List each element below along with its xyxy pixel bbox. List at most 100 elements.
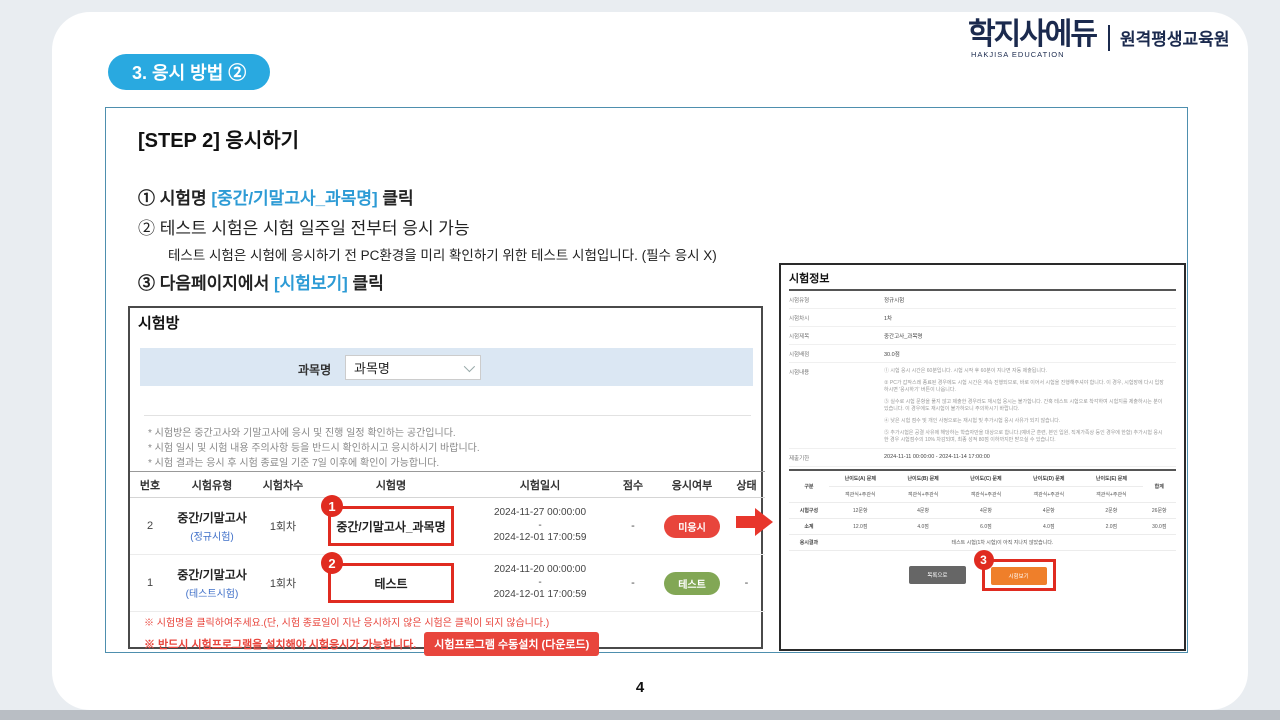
info-label: 제출기한: [789, 454, 884, 462]
note-line: * 시험 일시 및 시험 내용 주의사항 등을 반드시 확인하시고 응시하시기 …: [148, 441, 747, 456]
brand-text: 학지사에듀: [968, 20, 1096, 50]
grid-sub-header: 객관식+주관식: [1017, 487, 1080, 503]
info-value: 정규시험: [884, 296, 904, 304]
logo: 학지사에듀 HAKJISA EDUCATION 원격평생교육원: [968, 20, 1229, 59]
section-badge: 3. 응시 방법 ②: [108, 54, 270, 90]
exam-dates-cell: 2024-11-27 00:00:00 - 2024-12-01 17:00:5…: [470, 507, 610, 545]
grid-level-header: 난이도(C) 문제: [955, 470, 1018, 487]
note-line: * 시험방은 중간고사와 기말고사에 응시 및 진행 일정 확인하는 공간입니다…: [148, 426, 747, 441]
chevron-down-icon: [464, 360, 475, 371]
view-exam-button[interactable]: 시험보기: [991, 567, 1047, 585]
content-paragraph: ⑤ 추가시험은 공결 사유에 해당하는 학습자만을 대상으로 합니다.(예비군 …: [884, 430, 1164, 444]
instructions: ① 시험명 [중간/기말고사_과목명] 클릭 ② 테스트 시험은 시험 일주일 …: [138, 184, 717, 299]
difficulty-grid: 구분 난이도(A) 문제 난이도(B) 문제 난이도(C) 문제 난이도(D) …: [789, 469, 1176, 551]
instruction-1-link: [중간/기말고사_과목명]: [211, 189, 377, 208]
view-exam-highlight-box: 3 시험보기: [982, 559, 1056, 591]
info-value: 중간고사_과목명: [884, 332, 922, 340]
col-header: 시험일시: [470, 477, 610, 493]
step-title: [STEP 2] 응시하기: [138, 124, 299, 153]
exam-state: -: [728, 577, 765, 589]
page-number: 4: [0, 679, 1280, 696]
exam-table-header: 번호 시험유형 시험차수 시험명 시험일시 점수 응시여부 상태: [130, 471, 765, 498]
grid-cell: 2문항: [1080, 503, 1142, 519]
callout-badge-1: 1: [321, 495, 343, 517]
exam-type-cell: 중간/기말고사 (테스트시험): [170, 566, 254, 600]
instruction-1-pre: ① 시험명: [138, 189, 211, 208]
info-row-content: 시험내용 ① 시험 응시 시간은 60분입니다. 시험 시작 후 60분이 지나…: [789, 363, 1176, 449]
grid-level-header: 난이도(D) 문제: [1017, 470, 1080, 487]
footer-note-1: ※ 시험명을 클릭하여주세요.(단, 시험 종료일이 지난 응시하지 않은 시험…: [144, 614, 754, 629]
grid-cell: 4.0점: [1017, 519, 1080, 535]
info-label: 시험유형: [789, 296, 884, 304]
exam-name-link[interactable]: 2 테스트: [328, 563, 454, 603]
col-header: 응시여부: [656, 477, 728, 493]
install-program-button[interactable]: 시험프로그램 수동설치 (다운로드): [424, 632, 599, 656]
exam-type-cell: 중간/기말고사 (정규시험): [170, 509, 254, 543]
bottom-strip: [0, 710, 1280, 720]
grid-sub-header: 객관식+주관식: [1080, 487, 1142, 503]
info-row: 시험차시 1차: [789, 309, 1176, 327]
info-row-deadline: 제출기한 2024-11-11 00:00:00 - 2024-11-14 17…: [789, 449, 1176, 467]
exam-date-separator: -: [470, 520, 610, 533]
grid-cell: 4문항: [892, 503, 955, 519]
footer-note-2: ※ 반드시 시험프로그램을 설치해야 시험응시가 가능합니다.: [144, 636, 416, 652]
exam-table: 번호 시험유형 시험차수 시험명 시험일시 점수 응시여부 상태 2 중간/기말…: [130, 471, 765, 612]
deadline-value: 2024-11-11 00:00:00 - 2024-11-14 17:00:0…: [884, 454, 990, 462]
grid-level-header: 난이도(B) 문제: [892, 470, 955, 487]
logo-divider: [1108, 25, 1110, 51]
content-box: [STEP 2] 응시하기 ① 시험명 [중간/기말고사_과목명] 클릭 ② 테…: [105, 107, 1188, 653]
exam-name-text: 테스트: [374, 575, 407, 592]
instruction-1-post: 클릭: [378, 189, 414, 208]
exam-type: 중간/기말고사: [170, 509, 254, 526]
grid-total: 30.0점: [1143, 519, 1176, 535]
apply-status-button[interactable]: 테스트: [664, 572, 720, 595]
grid-cell: 12.0점: [829, 519, 892, 535]
info-label: 시험배점: [789, 350, 884, 358]
exam-round: 1회차: [254, 518, 312, 534]
instruction-3: ③ 다음페이지에서 [시험보기] 클릭: [138, 269, 717, 294]
grid-cell: 4문항: [1017, 503, 1080, 519]
grid-sub-header: 객관식+주관식: [892, 487, 955, 503]
exam-date-from: 2024-11-20 00:00:00: [470, 564, 610, 577]
exam-name-text: 중간/기말고사_과목명: [336, 518, 445, 535]
exam-type-sub: (정규시험): [170, 528, 254, 543]
instruction-3-pre: ③ 다음페이지에서: [138, 274, 274, 293]
exam-score: -: [610, 520, 656, 532]
subject-select[interactable]: 과목명: [345, 355, 481, 380]
table-row: 2 중간/기말고사 (정규시험) 1회차 1 중간/기말고사_과목명 2024-…: [130, 498, 765, 555]
grid-row-label: 응시결과: [789, 535, 829, 551]
grid-level-header: 난이도(A) 문제: [829, 470, 892, 487]
grid-sub-header: 객관식+주관식: [955, 487, 1018, 503]
exam-date-to: 2024-12-01 17:00:59: [470, 589, 610, 602]
exam-dates-cell: 2024-11-20 00:00:00 - 2024-12-01 17:00:5…: [470, 564, 610, 602]
instruction-1: ① 시험명 [중간/기말고사_과목명] 클릭: [138, 184, 717, 209]
back-to-list-button[interactable]: 목록으로: [909, 566, 965, 584]
exam-type-sub: (테스트시험): [170, 585, 254, 600]
info-label: 시험제목: [789, 332, 884, 340]
exam-score: -: [610, 577, 656, 589]
grid-corner: 구분: [789, 470, 829, 503]
red-arrow-icon: [736, 508, 776, 536]
grid-cell: 4문항: [955, 503, 1018, 519]
apply-status-button[interactable]: 미응시: [664, 515, 720, 538]
grid-level-header: 난이도(E) 문제: [1080, 470, 1142, 487]
note-line: * 시험 결과는 응시 후 시험 종료일 기준 7일 이후에 확인이 가능합니다…: [148, 456, 747, 471]
instruction-3-post: 클릭: [348, 274, 384, 293]
exam-room-title: 시험방: [138, 312, 179, 333]
table-row: 1 중간/기말고사 (테스트시험) 1회차 2 테스트 2024-11-20 0…: [130, 555, 765, 612]
info-row: 시험유형 정규시험: [789, 291, 1176, 309]
exam-name-link[interactable]: 1 중간/기말고사_과목명: [328, 506, 454, 546]
subject-select-value: 과목명: [354, 358, 390, 377]
result-text: 테스트 시험(1차 시험)이 아직 지나지 않았습니다.: [829, 535, 1176, 551]
grid-cell: 2.0점: [1080, 519, 1142, 535]
info-row: 시험배점 30.0점: [789, 345, 1176, 363]
grid-cell: 4.0점: [892, 519, 955, 535]
col-header: 시험차수: [254, 477, 312, 493]
content-paragraph: ① 시험 응시 시간은 60분입니다. 시험 시작 후 60분이 지나면 자동 …: [884, 368, 1164, 375]
exam-type: 중간/기말고사: [170, 566, 254, 583]
exam-info-title: 시험정보: [789, 270, 1176, 286]
col-header: 번호: [130, 477, 170, 493]
row-number: 1: [130, 577, 170, 589]
subject-filter-bar: 과목명 과목명: [140, 348, 753, 386]
info-label: 시험내용: [789, 368, 884, 444]
